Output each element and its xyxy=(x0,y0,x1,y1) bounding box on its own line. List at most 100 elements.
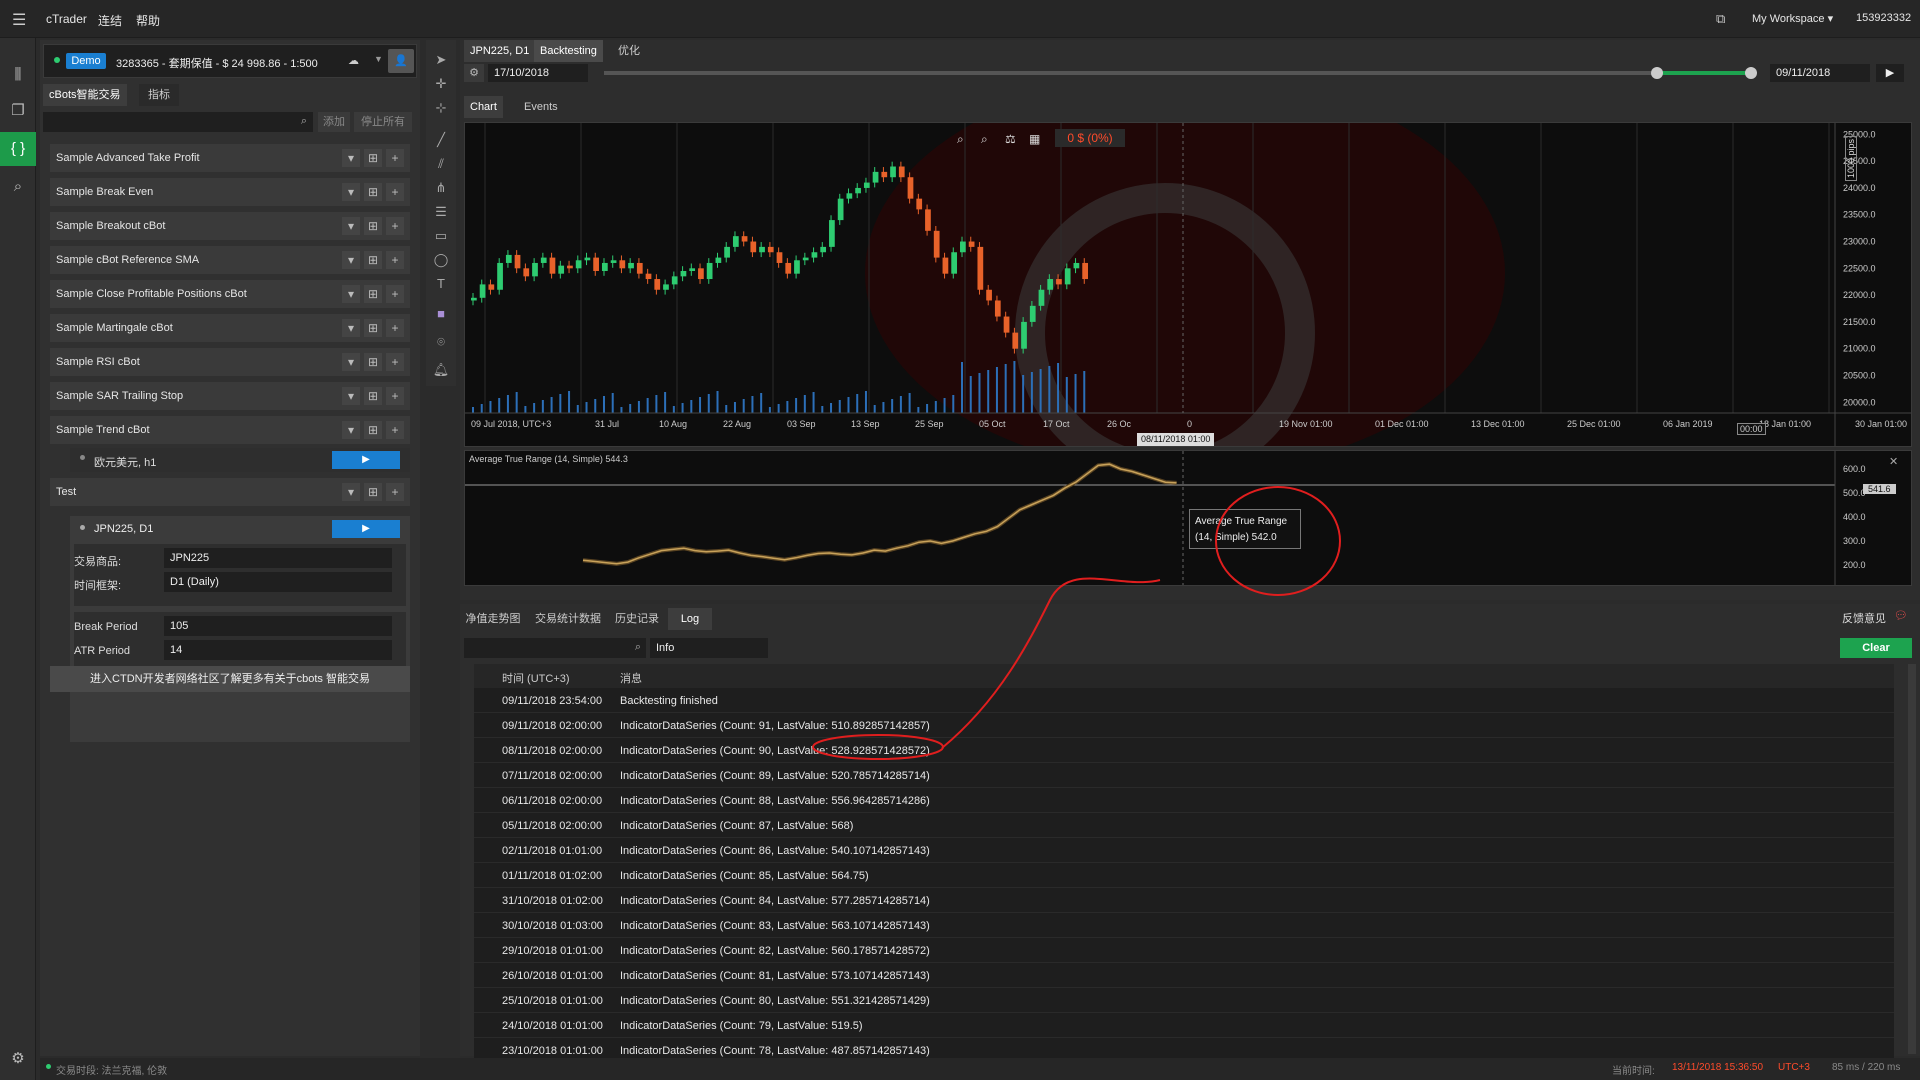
user-icon[interactable]: 👤 xyxy=(388,49,414,73)
build-icon[interactable]: ⊞ xyxy=(364,149,382,167)
chevron-down-icon[interactable]: ▾ xyxy=(342,183,360,201)
fibonacci-icon[interactable]: ☰ xyxy=(426,200,456,224)
log-row[interactable]: 01/11/2018 01:02:00 IndicatorDataSeries (… xyxy=(474,863,1894,888)
bot-row[interactable]: Sample Breakout cBot ▾ ⊞ + xyxy=(50,212,410,240)
stop-all-button[interactable]: 停止所有 xyxy=(354,112,412,132)
menu-help[interactable]: 帮助 xyxy=(136,12,160,29)
log-level-select[interactable]: Info xyxy=(650,638,768,658)
tab-chart[interactable]: Chart xyxy=(464,96,503,118)
chevron-down-icon[interactable]: ▾ xyxy=(342,353,360,371)
param-timeframe[interactable]: 时间框架: D1 (Daily) xyxy=(74,572,406,594)
add-bot-button[interactable]: 添加 xyxy=(318,112,350,132)
trend-bot-instance[interactable]: 欧元美元, h1 ▶ xyxy=(70,448,410,472)
chevron-down-icon[interactable]: ▾ xyxy=(342,217,360,235)
add-instance-icon[interactable]: + xyxy=(386,251,404,269)
build-icon[interactable]: ⊞ xyxy=(364,483,382,501)
rectangle-icon[interactable]: ▭ xyxy=(426,224,456,248)
add-instance-icon[interactable]: + xyxy=(386,285,404,303)
log-scrollbar[interactable] xyxy=(1908,664,1916,1054)
move-icon[interactable]: ⊹ xyxy=(426,96,456,120)
bot-search-input[interactable]: ⌕ xyxy=(43,112,313,132)
settings-gear-icon[interactable]: ⚙ xyxy=(0,1042,36,1076)
col-time[interactable]: 时间 (UTC+3) xyxy=(502,670,570,686)
atr-period-input[interactable]: 14 xyxy=(164,640,392,660)
log-row[interactable]: 02/11/2018 01:01:00 IndicatorDataSeries (… xyxy=(474,838,1894,863)
timezone[interactable]: UTC+3 xyxy=(1778,1062,1810,1073)
text-icon[interactable]: T xyxy=(426,272,456,296)
param-symbol[interactable]: 交易商品: JPN225 xyxy=(74,548,406,570)
analyze-icon[interactable]: ⌕ xyxy=(0,170,36,204)
crosshair-icon[interactable]: ✛ xyxy=(426,72,456,96)
line-icon[interactable]: ╱ xyxy=(426,128,456,152)
price-chart[interactable]: 25000.0 24500.0 24000.0 23500.0 23000.0 22500… xyxy=(464,122,1912,447)
log-row[interactable]: 24/10/2018 01:01:00 IndicatorDataSeries (… xyxy=(474,1013,1894,1038)
start-instance-button[interactable]: ▶ xyxy=(332,451,400,469)
add-instance-icon[interactable]: + xyxy=(386,319,404,337)
layout-icon[interactable]: ⧉ xyxy=(1716,11,1725,27)
workspace-selector[interactable]: My Workspace ▾ xyxy=(1752,12,1833,25)
bot-row[interactable]: Sample RSI cBot ▾ ⊞ + xyxy=(50,348,410,376)
bot-row[interactable]: Sample Close Profitable Positions cBot ▾ ⊞… xyxy=(50,280,410,308)
tab-events[interactable]: Events xyxy=(518,96,564,118)
chevron-down-icon[interactable]: ▾ xyxy=(342,483,360,501)
chevron-down-icon[interactable]: ▾ xyxy=(342,149,360,167)
build-icon[interactable]: ⊞ xyxy=(364,285,382,303)
menu-connect[interactable]: 连结 xyxy=(98,12,122,29)
build-icon[interactable]: ⊞ xyxy=(364,387,382,405)
copy-icon[interactable]: ❐ xyxy=(0,94,36,128)
add-instance-icon[interactable]: + xyxy=(386,387,404,405)
chevron-down-icon[interactable]: ▼ xyxy=(374,54,383,64)
tab-bottom[interactable]: 交易统计数据 xyxy=(530,608,606,630)
cursor-icon[interactable]: ➤ xyxy=(426,48,456,72)
alert-bell-icon[interactable]: 🔔︎ xyxy=(426,358,456,382)
add-instance-icon[interactable]: + xyxy=(386,217,404,235)
chat-icon[interactable]: 💬︎ xyxy=(1894,609,1908,622)
log-row[interactable]: 31/10/2018 01:02:00 IndicatorDataSeries (… xyxy=(474,888,1894,913)
log-row[interactable]: 26/10/2018 01:01:00 IndicatorDataSeries (… xyxy=(474,963,1894,988)
automate-icon[interactable]: { } xyxy=(0,132,36,166)
bot-row[interactable]: Sample Break Even ▾ ⊞ + xyxy=(50,178,410,206)
build-icon[interactable]: ⊞ xyxy=(364,353,382,371)
chevron-down-icon[interactable]: ▾ xyxy=(342,285,360,303)
log-row[interactable]: 05/11/2018 02:00:00 IndicatorDataSeries (… xyxy=(474,813,1894,838)
cloud-icon[interactable]: ☁ xyxy=(348,54,359,67)
tab-optimization[interactable]: 优化 xyxy=(612,40,646,62)
log-row[interactable]: 29/10/2018 01:01:00 IndicatorDataSeries (… xyxy=(474,938,1894,963)
param-break-period[interactable]: Break Period 105 xyxy=(74,616,406,638)
log-row[interactable]: 25/10/2018 01:01:00 IndicatorDataSeries (… xyxy=(474,988,1894,1013)
bot-row[interactable]: Sample SAR Trailing Stop ▾ ⊞ + xyxy=(50,382,410,410)
atr-indicator-pane[interactable]: 600.0 500.0 400.0 300.0 200.0 Average True R… xyxy=(464,450,1912,586)
log-row[interactable]: 09/11/2018 02:00:00 IndicatorDataSeries (… xyxy=(474,713,1894,738)
tab-indicators[interactable]: 指标 xyxy=(139,84,179,106)
timeframe-select[interactable]: D1 (Daily) xyxy=(164,572,392,592)
param-atr-period[interactable]: ATR Period 14 xyxy=(74,640,406,662)
build-icon[interactable]: ⊞ xyxy=(364,217,382,235)
hamburger-menu-icon[interactable]: ☰ xyxy=(12,10,26,30)
tab-chart-symbol[interactable]: JPN225, D1 xyxy=(464,40,536,62)
channel-icon[interactable]: ⫽ xyxy=(426,152,456,176)
bot-row[interactable]: Sample Martingale cBot ▾ ⊞ + xyxy=(50,314,410,342)
settings-gear-icon[interactable]: ⚙ xyxy=(464,64,484,82)
bot-row[interactable]: Sample Advanced Take Profit ▾ ⊞ + xyxy=(50,144,410,172)
symbol-select[interactable]: JPN225 xyxy=(164,548,392,568)
trade-icon[interactable]: ⫼ xyxy=(0,58,36,92)
log-row[interactable]: 09/11/2018 23:54:00 Backtesting finished xyxy=(474,688,1894,713)
add-instance-icon[interactable]: + xyxy=(386,353,404,371)
tab-backtesting[interactable]: Backtesting xyxy=(534,40,603,62)
build-icon[interactable]: ⊞ xyxy=(364,319,382,337)
color-icon[interactable]: ■ xyxy=(426,302,456,326)
add-instance-icon[interactable]: + xyxy=(386,183,404,201)
build-icon[interactable]: ⊞ xyxy=(364,251,382,269)
backtest-end-date[interactable]: 09/11/2018 xyxy=(1770,64,1870,82)
log-row[interactable]: 30/10/2018 01:03:00 IndicatorDataSeries (… xyxy=(474,913,1894,938)
build-icon[interactable]: ⊞ xyxy=(364,421,382,439)
tab-bottom[interactable]: Log xyxy=(668,608,712,630)
backtest-range-slider[interactable] xyxy=(604,67,1757,79)
build-icon[interactable]: ⊞ xyxy=(364,183,382,201)
bot-row[interactable]: Sample cBot Reference SMA ▾ ⊞ + xyxy=(50,246,410,274)
tab-bottom[interactable]: 净值走势图 xyxy=(460,608,526,630)
ellipse-icon[interactable]: ◯ xyxy=(426,248,456,272)
play-backtest-button[interactable]: ▶ xyxy=(1876,64,1904,82)
slider-handle-end[interactable] xyxy=(1745,67,1757,79)
log-search-input[interactable]: ⌕ xyxy=(464,638,646,658)
